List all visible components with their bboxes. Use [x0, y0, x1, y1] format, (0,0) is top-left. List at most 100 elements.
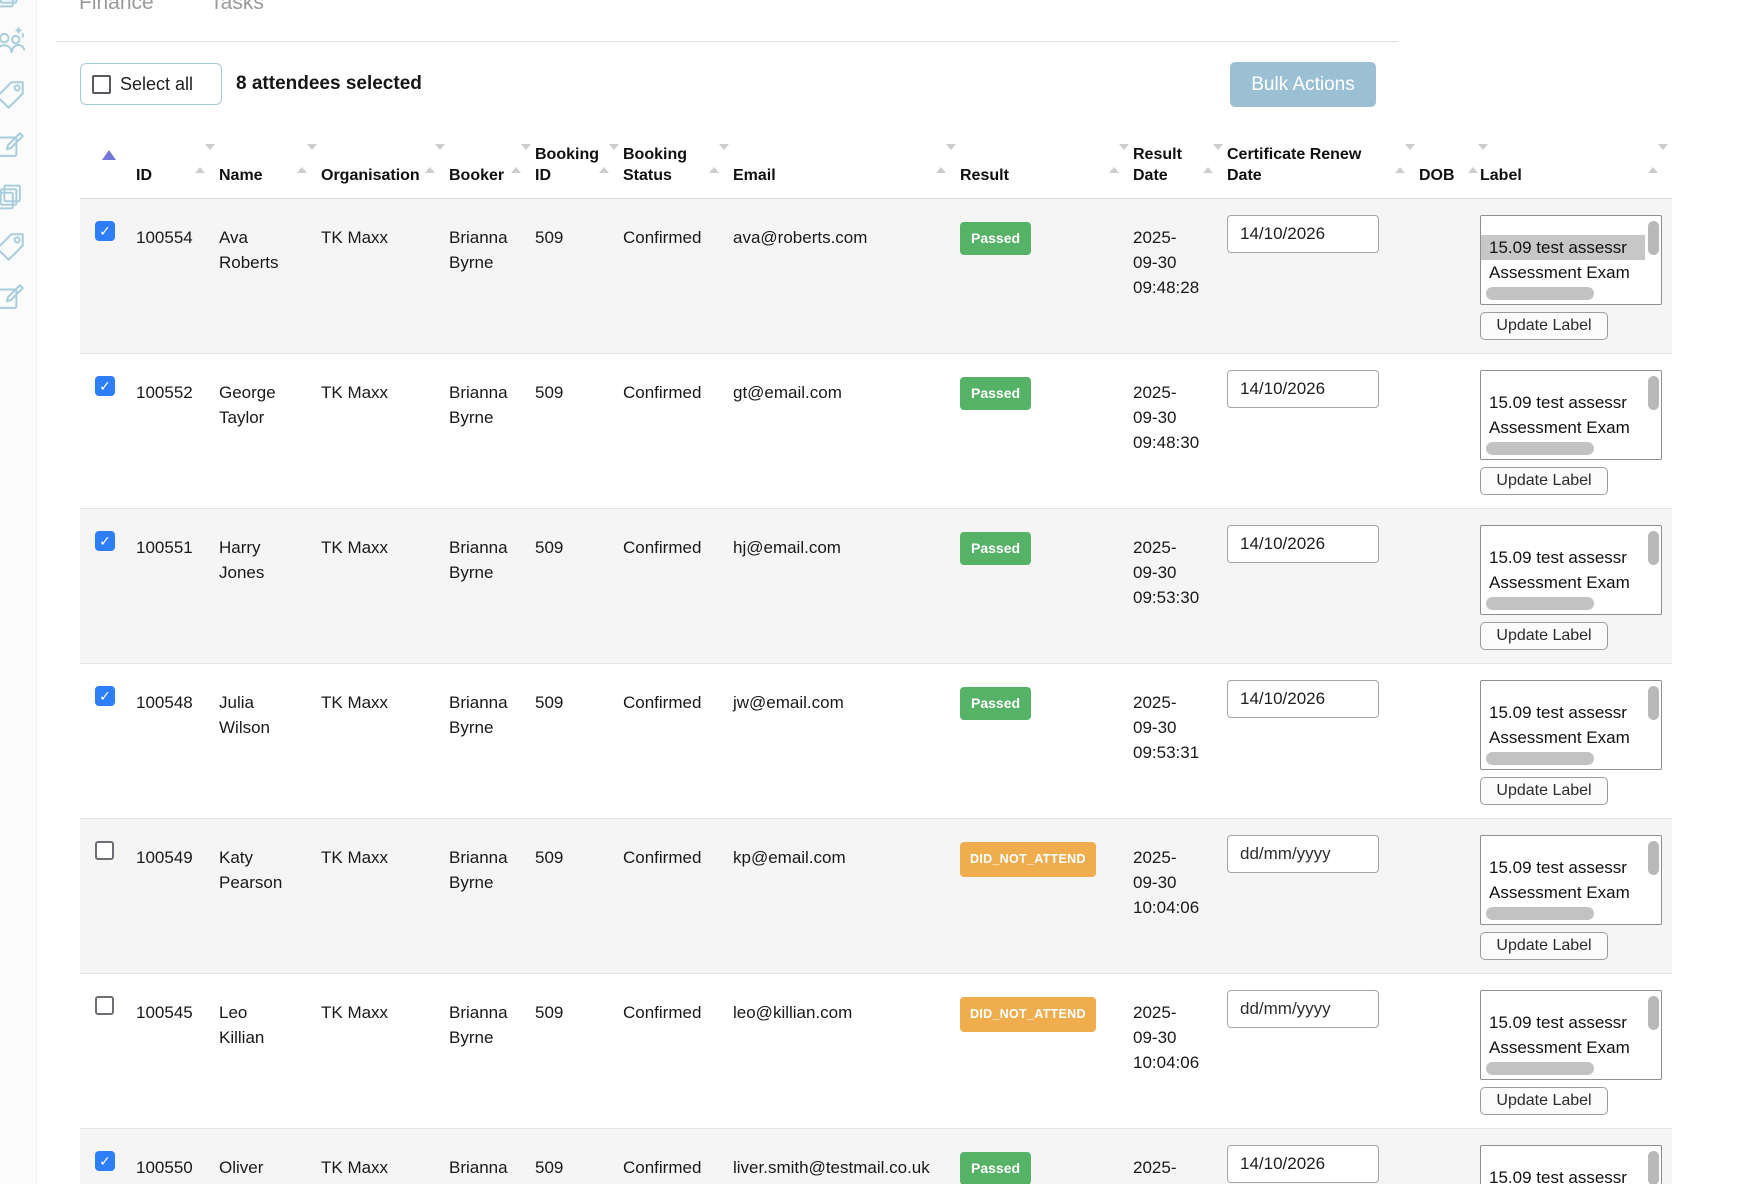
vertical-scrollbar-thumb[interactable]: [1648, 996, 1659, 1030]
row-checkbox[interactable]: ✓: [95, 221, 115, 241]
row-checkbox[interactable]: ✓: [95, 376, 115, 396]
row-checkbox[interactable]: ✓: [95, 686, 115, 706]
vertical-scrollbar-thumb[interactable]: [1648, 1151, 1659, 1184]
select-all-checkbox[interactable]: [92, 75, 111, 94]
update-label-button[interactable]: Update Label: [1480, 932, 1608, 960]
label-option-blank[interactable]: [1481, 371, 1661, 390]
column-header-result[interactable]: Result: [960, 120, 1133, 198]
vertical-scrollbar-thumb[interactable]: [1648, 376, 1659, 410]
tag-icon[interactable]: [0, 230, 27, 264]
label-option[interactable]: 15.09 test assessr: [1481, 1010, 1645, 1035]
label-option-blank[interactable]: [1481, 836, 1661, 855]
name-cell: Katy Pearson: [219, 819, 321, 973]
cert-renew-input[interactable]: [1227, 525, 1379, 563]
update-label-button[interactable]: Update Label: [1480, 1087, 1608, 1115]
vertical-scrollbar-thumb[interactable]: [1648, 221, 1659, 255]
update-label-button[interactable]: Update Label: [1480, 312, 1608, 340]
update-label-button[interactable]: Update Label: [1480, 467, 1608, 495]
label-option[interactable]: Assessment Exam: [1481, 260, 1645, 285]
row-checkbox[interactable]: ✓: [95, 1151, 115, 1171]
label-listbox[interactable]: 15.09 test assessr Assessment Exam: [1480, 370, 1662, 460]
column-header-booking-id[interactable]: Booking ID: [535, 120, 623, 198]
select-all-button[interactable]: Select all: [80, 63, 222, 105]
label-listbox[interactable]: 15.09 test assessr Assessment Exam: [1480, 1145, 1662, 1184]
label-option-blank[interactable]: [1481, 526, 1661, 545]
cert-renew-input[interactable]: [1227, 835, 1379, 873]
vertical-scrollbar-thumb[interactable]: [1648, 686, 1659, 720]
label-option[interactable]: Assessment Exam: [1481, 415, 1645, 440]
sort-carets-icon[interactable]: [297, 150, 307, 168]
label-listbox[interactable]: 15.09 test assessr Assessment Exam: [1480, 990, 1662, 1080]
cert-renew-input[interactable]: [1227, 215, 1379, 253]
label-option-blank[interactable]: [1481, 1146, 1661, 1165]
horizontal-scrollbar-thumb[interactable]: [1486, 752, 1594, 765]
label-listbox[interactable]: 15.09 test assessr Assessment Exam: [1480, 215, 1662, 305]
label-option-blank[interactable]: [1481, 681, 1661, 700]
sort-carets-icon[interactable]: [1109, 150, 1119, 168]
row-checkbox[interactable]: [95, 841, 114, 860]
layers-icon[interactable]: [0, 180, 27, 214]
cert-renew-input[interactable]: [1227, 1145, 1379, 1183]
cert-renew-input[interactable]: [1227, 370, 1379, 408]
vertical-scrollbar-thumb[interactable]: [1648, 841, 1659, 875]
column-header-label[interactable]: Label: [1480, 120, 1672, 198]
column-header-certificate-renew-date[interactable]: Certificate Renew Date: [1227, 120, 1419, 198]
label-option[interactable]: 15.09 test assessr: [1481, 1165, 1645, 1184]
booking-id-cell: 509: [535, 664, 623, 818]
vertical-scrollbar-thumb[interactable]: [1648, 531, 1659, 565]
tag-icon[interactable]: [0, 78, 27, 112]
update-label-button[interactable]: Update Label: [1480, 622, 1608, 650]
label-option[interactable]: 15.09 test assessr: [1481, 700, 1645, 725]
label-listbox[interactable]: 15.09 test assessr Assessment Exam: [1480, 680, 1662, 770]
sort-carets-icon[interactable]: [1468, 150, 1478, 168]
label-option[interactable]: Assessment Exam: [1481, 725, 1645, 750]
label-listbox[interactable]: 15.09 test assessr Assessment Exam: [1480, 525, 1662, 615]
horizontal-scrollbar-thumb[interactable]: [1486, 1062, 1594, 1075]
label-option[interactable]: 15.09 test assessr: [1481, 545, 1645, 570]
cert-renew-input[interactable]: [1227, 990, 1379, 1028]
sort-carets-icon[interactable]: [709, 150, 719, 168]
sort-carets-icon[interactable]: [936, 150, 946, 168]
column-header-dob[interactable]: DOB: [1419, 120, 1480, 198]
tab-tasks[interactable]: Tasks: [210, 0, 264, 15]
column-header-result-date[interactable]: Result Date: [1133, 120, 1227, 198]
horizontal-scrollbar-thumb[interactable]: [1486, 597, 1594, 610]
horizontal-scrollbar-thumb[interactable]: [1486, 287, 1594, 300]
label-option[interactable]: Assessment Exam: [1481, 1035, 1645, 1060]
layers-icon[interactable]: [0, 0, 27, 12]
active-sort-icon[interactable]: [102, 150, 116, 160]
tab-finance[interactable]: Finance: [79, 0, 154, 15]
sort-carets-icon[interactable]: [1395, 150, 1405, 168]
horizontal-scrollbar-thumb[interactable]: [1486, 907, 1594, 920]
sort-carets-icon[interactable]: [425, 150, 435, 168]
column-header-select[interactable]: [80, 120, 136, 198]
column-header-booking-status[interactable]: Booking Status: [623, 120, 733, 198]
clipboard-check-icon[interactable]: [0, 281, 27, 315]
column-header-id[interactable]: ID: [136, 120, 219, 198]
users-icon[interactable]: [0, 24, 27, 58]
column-header-name[interactable]: Name: [219, 120, 321, 198]
cert-renew-input[interactable]: [1227, 680, 1379, 718]
label-option[interactable]: 15.09 test assessr: [1481, 855, 1645, 880]
bulk-actions-button[interactable]: Bulk Actions: [1230, 62, 1376, 107]
column-header-email[interactable]: Email: [733, 120, 960, 198]
label-option[interactable]: 15.09 test assessr: [1481, 235, 1645, 260]
row-checkbox[interactable]: [95, 996, 114, 1015]
sort-carets-icon[interactable]: [1648, 150, 1658, 168]
column-header-organisation[interactable]: Organisation: [321, 120, 449, 198]
label-listbox[interactable]: 15.09 test assessr Assessment Exam: [1480, 835, 1662, 925]
sort-carets-icon[interactable]: [195, 150, 205, 168]
label-option-blank[interactable]: [1481, 216, 1661, 235]
sort-carets-icon[interactable]: [1203, 150, 1213, 168]
label-option[interactable]: Assessment Exam: [1481, 880, 1645, 905]
column-header-booker[interactable]: Booker: [449, 120, 535, 198]
horizontal-scrollbar-thumb[interactable]: [1486, 442, 1594, 455]
label-option[interactable]: 15.09 test assessr: [1481, 390, 1645, 415]
sort-carets-icon[interactable]: [599, 150, 609, 168]
label-option-blank[interactable]: [1481, 991, 1661, 1010]
clipboard-check-icon[interactable]: [0, 129, 27, 163]
update-label-button[interactable]: Update Label: [1480, 777, 1608, 805]
label-option[interactable]: Assessment Exam: [1481, 570, 1645, 595]
row-checkbox[interactable]: ✓: [95, 531, 115, 551]
sort-carets-icon[interactable]: [511, 150, 521, 168]
